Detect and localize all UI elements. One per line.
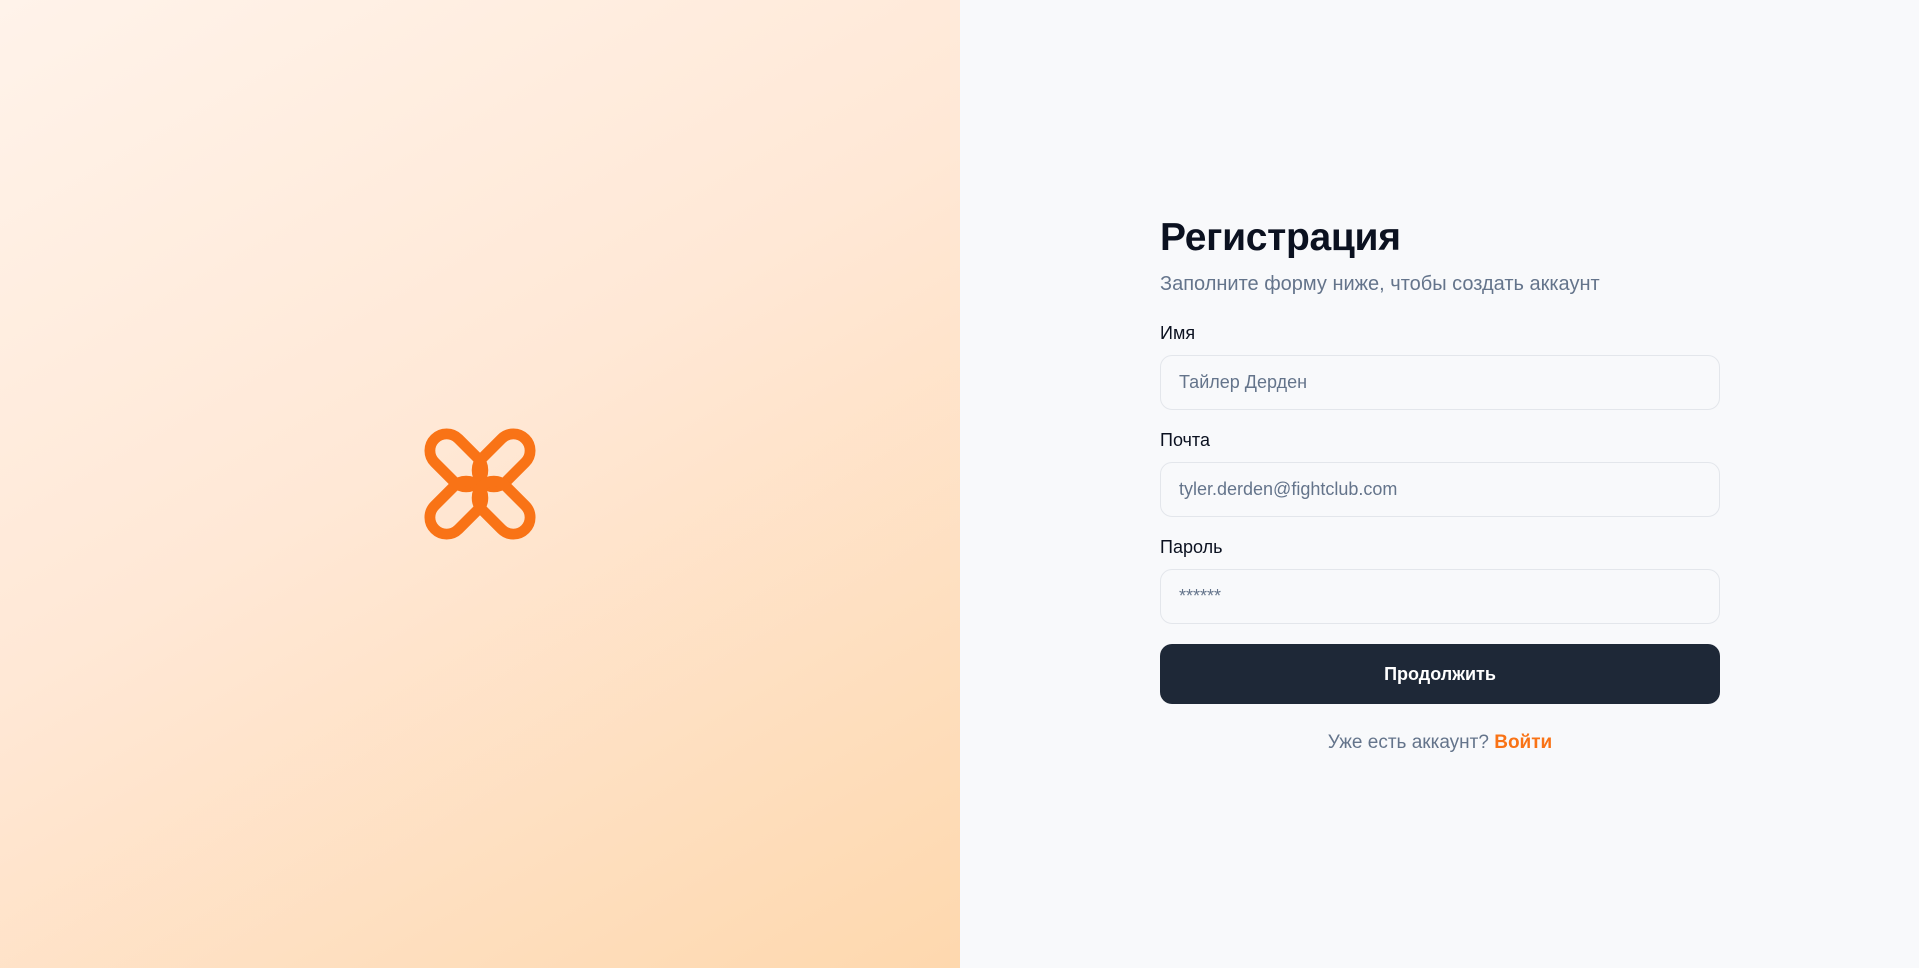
email-input[interactable] [1160, 462, 1720, 517]
email-field-group: Почта [1160, 428, 1720, 517]
continue-button[interactable]: Продолжить [1160, 644, 1720, 704]
registration-form: Регистрация Заполните форму ниже, чтобы … [1160, 210, 1720, 756]
page-title: Регистрация [1160, 216, 1401, 259]
name-label: Имя [1160, 323, 1196, 343]
name-field-group: Имя [1160, 321, 1720, 410]
password-field-group: Пароль [1160, 535, 1720, 624]
password-label: Пароль [1160, 537, 1223, 557]
brand-panel [0, 0, 960, 968]
page-subtitle: Заполните форму ниже, чтобы создать акка… [1160, 273, 1600, 295]
password-input[interactable] [1160, 569, 1720, 624]
name-input[interactable] [1160, 355, 1720, 410]
orange-quatrefoil-logo-icon [424, 428, 536, 540]
login-link[interactable]: Войти [1494, 732, 1552, 753]
registration-page: Регистрация Заполните форму ниже, чтобы … [0, 0, 1919, 968]
form-panel: Регистрация Заполните форму ниже, чтобы … [960, 0, 1919, 968]
email-label: Почта [1160, 430, 1210, 450]
login-prompt-text: Уже есть аккаунт? [1327, 732, 1489, 753]
login-prompt: Уже есть аккаунт? Войти [1160, 730, 1720, 756]
